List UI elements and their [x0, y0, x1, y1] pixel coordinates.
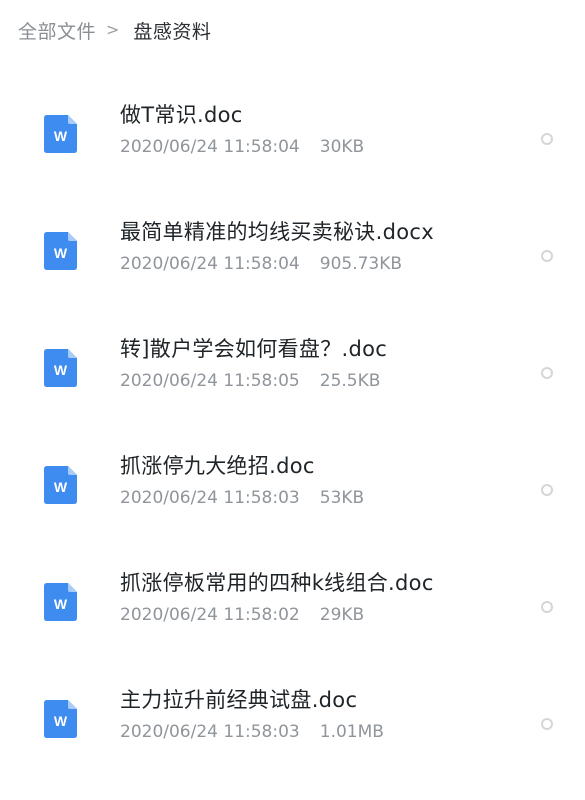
breadcrumb: 全部文件 > 盘感资料	[0, 0, 585, 60]
file-meta: 2020/06/24 11:58:03 53KB	[120, 488, 364, 508]
svg-text:W: W	[54, 713, 68, 729]
file-meta: 2020/06/24 11:58:05 25.5KB	[120, 371, 380, 391]
file-date: 2020/06/24 11:58:05	[120, 371, 300, 391]
file-meta: 2020/06/24 11:58:03 1.01MB	[120, 722, 384, 742]
word-doc-icon: W	[44, 700, 77, 738]
file-list: W 做T常识.doc 2020/06/24 11:58:04 30KB W 最简…	[0, 75, 585, 777]
svg-text:W: W	[54, 596, 68, 612]
select-radio[interactable]	[541, 718, 553, 730]
file-row[interactable]: W 转]散户学会如何看盘？.doc 2020/06/24 11:58:05 25…	[0, 309, 585, 426]
file-meta: 2020/06/24 11:58:04 30KB	[120, 137, 364, 157]
file-date: 2020/06/24 11:58:02	[120, 605, 300, 625]
file-meta: 2020/06/24 11:58:02 29KB	[120, 605, 364, 625]
word-doc-icon: W	[44, 349, 77, 387]
file-size: 30KB	[319, 137, 365, 157]
svg-text:W: W	[54, 128, 68, 144]
file-date: 2020/06/24 11:58:04	[120, 137, 300, 157]
file-row[interactable]: W 做T常识.doc 2020/06/24 11:58:04 30KB	[0, 75, 585, 192]
file-size: 53KB	[319, 488, 365, 508]
file-row[interactable]: W 主力拉升前经典试盘.doc 2020/06/24 11:58:03 1.01…	[0, 660, 585, 777]
word-doc-icon: W	[44, 115, 77, 153]
word-doc-icon: W	[44, 232, 77, 270]
breadcrumb-root-link[interactable]: 全部文件	[18, 17, 96, 44]
select-radio[interactable]	[541, 367, 553, 379]
file-size: 905.73KB	[319, 254, 403, 274]
select-radio[interactable]	[541, 250, 553, 262]
breadcrumb-separator-icon: >	[106, 19, 120, 39]
file-name: 转]散户学会如何看盘？.doc	[120, 337, 388, 361]
file-name: 抓涨停板常用的四种k线组合.doc	[120, 571, 434, 595]
file-name: 主力拉升前经典试盘.doc	[120, 688, 358, 712]
file-row[interactable]: W 抓涨停九大绝招.doc 2020/06/24 11:58:03 53KB	[0, 426, 585, 543]
svg-text:W: W	[54, 479, 68, 495]
file-row[interactable]: W 抓涨停板常用的四种k线组合.doc 2020/06/24 11:58:02 …	[0, 543, 585, 660]
file-date: 2020/06/24 11:58:03	[120, 722, 300, 742]
svg-text:W: W	[54, 245, 68, 261]
file-row[interactable]: W 最简单精准的均线买卖秘诀.docx 2020/06/24 11:58:04 …	[0, 192, 585, 309]
file-name: 做T常识.doc	[120, 103, 243, 127]
breadcrumb-current-folder: 盘感资料	[133, 20, 212, 43]
file-date: 2020/06/24 11:58:03	[120, 488, 300, 508]
file-name: 抓涨停九大绝招.doc	[120, 454, 315, 478]
file-size: 29KB	[319, 605, 365, 625]
select-radio[interactable]	[541, 133, 553, 145]
svg-text:W: W	[54, 362, 68, 378]
word-doc-icon: W	[44, 583, 77, 621]
file-size: 25.5KB	[319, 371, 381, 391]
select-radio[interactable]	[541, 484, 553, 496]
word-doc-icon: W	[44, 466, 77, 504]
file-name: 最简单精准的均线买卖秘诀.docx	[120, 220, 434, 244]
select-radio[interactable]	[541, 601, 553, 613]
file-date: 2020/06/24 11:58:04	[120, 254, 300, 274]
file-size: 1.01MB	[319, 722, 384, 742]
file-meta: 2020/06/24 11:58:04 905.73KB	[120, 254, 402, 274]
